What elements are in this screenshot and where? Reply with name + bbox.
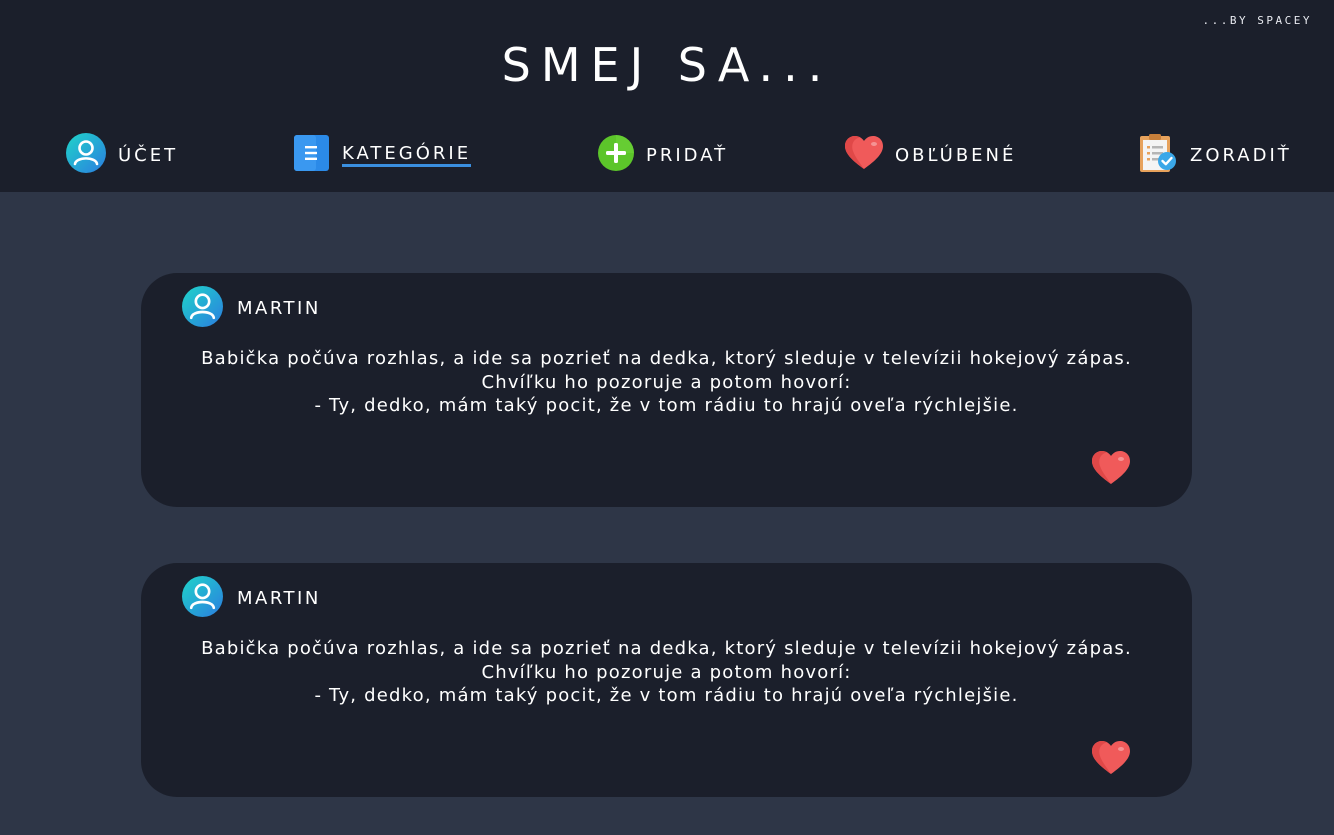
nav-item-add[interactable]: PRIDAŤ	[598, 135, 728, 175]
clipboard-check-icon	[1140, 133, 1178, 177]
favorite-heart-icon[interactable]	[1092, 741, 1130, 779]
joke-text: Babička počúva rozhlas, a ide sa pozrieť…	[201, 348, 1132, 416]
avatar-icon	[182, 576, 223, 621]
document-list-icon	[294, 135, 330, 175]
nav-item-favorites[interactable]: OBĽÚBENÉ	[845, 135, 1016, 175]
nav-label-categories: KATEGÓRIE	[342, 143, 472, 167]
nav-item-categories[interactable]: KATEGÓRIE	[294, 135, 472, 175]
nav-label-sort: ZORADIŤ	[1190, 144, 1292, 166]
joke-text: Babička počúva rozhlas, a ide sa pozrieť…	[201, 638, 1132, 706]
nav-label-favorites: OBĽÚBENÉ	[895, 144, 1017, 166]
nav-label-add: PRIDAŤ	[646, 144, 729, 166]
favorite-heart-icon[interactable]	[1092, 451, 1130, 489]
page-title: SMEJ SA...	[501, 38, 833, 92]
heart-icon	[845, 136, 883, 174]
author-name: MARTIN	[237, 588, 321, 609]
joke-card: MARTIN Babička počúva rozhlas, a ide sa …	[141, 273, 1192, 507]
joke-author: MARTIN	[182, 286, 321, 331]
author-name: MARTIN	[237, 298, 321, 319]
app-header: ...BY SPACEY SMEJ SA... ÚČET KATEGÓRIE P…	[0, 0, 1334, 192]
brand-credit: ...BY SPACEY	[1202, 14, 1312, 27]
joke-author: MARTIN	[182, 576, 321, 621]
jokes-feed: MARTIN Babička počúva rozhlas, a ide sa …	[0, 192, 1334, 835]
joke-card: MARTIN Babička počúva rozhlas, a ide sa …	[141, 563, 1192, 797]
user-icon	[66, 133, 106, 177]
avatar-icon	[182, 286, 223, 331]
nav-item-account[interactable]: ÚČET	[66, 133, 179, 177]
plus-circle-icon	[598, 135, 634, 175]
nav-item-sort[interactable]: ZORADIŤ	[1140, 133, 1292, 177]
nav-label-account: ÚČET	[118, 144, 179, 166]
